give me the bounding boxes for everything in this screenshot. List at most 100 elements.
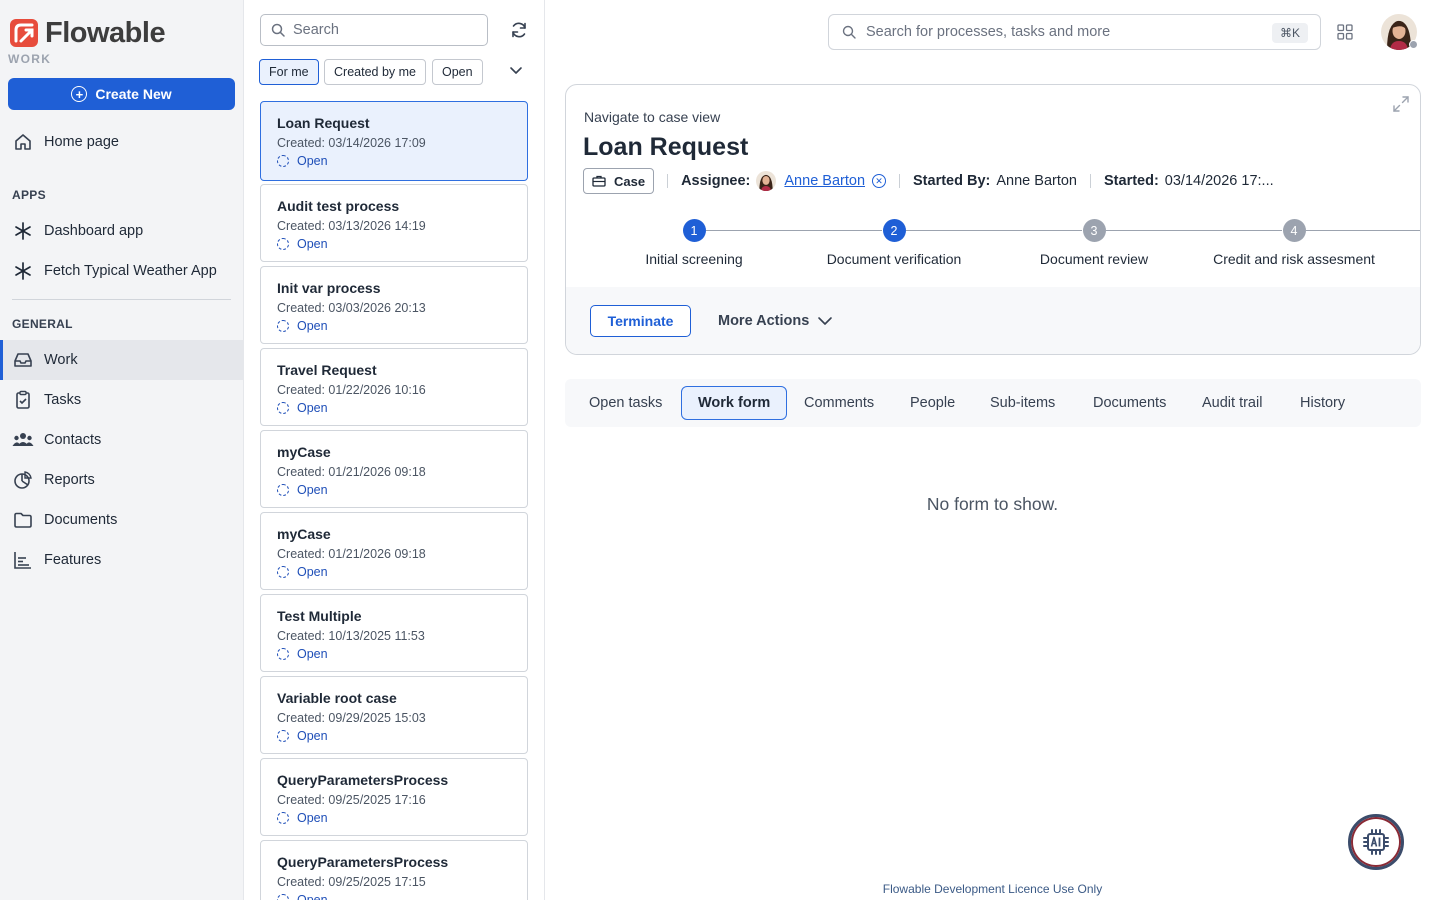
status-text: Open bbox=[297, 893, 328, 900]
list-search-input[interactable] bbox=[293, 22, 473, 38]
sidebar-item-dashboard-app[interactable]: Dashboard app bbox=[0, 211, 243, 251]
status-open-icon bbox=[277, 238, 289, 250]
tab-open-tasks[interactable]: Open tasks bbox=[573, 386, 678, 420]
stage-label: Document review bbox=[1039, 251, 1149, 267]
navigate-to-case-link[interactable]: Navigate to case view bbox=[584, 109, 720, 125]
list-search-box[interactable] bbox=[260, 14, 488, 46]
flowable-logo[interactable]: Flowable bbox=[9, 17, 166, 49]
sidebar-item-label: Documents bbox=[44, 512, 118, 528]
asterisk-icon bbox=[12, 220, 34, 242]
refresh-icon[interactable] bbox=[509, 20, 529, 40]
status-badge: Open bbox=[277, 892, 527, 900]
sidebar-item-documents[interactable]: Documents bbox=[0, 500, 243, 540]
people-icon bbox=[12, 429, 34, 451]
chevron-down-icon[interactable] bbox=[508, 62, 524, 78]
list-item-created: Created: 09/29/2025 15:03 bbox=[277, 711, 426, 725]
sidebar-item-label: Fetch Typical Weather App bbox=[44, 263, 217, 279]
main-content: ⌘K Navigate to case view Loan Request Ca… bbox=[545, 0, 1440, 900]
tab-history[interactable]: History bbox=[1284, 386, 1361, 420]
list-item[interactable]: Init var process Created: 03/03/2026 20:… bbox=[260, 266, 528, 344]
status-text: Open bbox=[297, 647, 328, 661]
assignee-name-link[interactable]: Anne Barton bbox=[784, 173, 865, 189]
filter-chip-open[interactable]: Open bbox=[432, 59, 483, 85]
ai-chip-icon bbox=[1363, 829, 1389, 855]
list-item-created: Created: 10/13/2025 11:53 bbox=[277, 629, 425, 643]
list-item-title: Variable root case bbox=[277, 690, 397, 706]
assignee-label: Assignee: bbox=[681, 173, 751, 189]
status-badge: Open bbox=[277, 153, 527, 169]
sidebar-item-contacts[interactable]: Contacts bbox=[0, 420, 243, 460]
sidebar-item-label: Tasks bbox=[44, 392, 82, 408]
list-item-title: myCase bbox=[277, 526, 331, 542]
tab-audit-trail[interactable]: Audit trail bbox=[1186, 386, 1278, 420]
status-badge: Open bbox=[277, 564, 527, 580]
assignee-avatar-image bbox=[756, 171, 777, 191]
list-item[interactable]: Variable root case Created: 09/29/2025 1… bbox=[260, 676, 528, 754]
list-item[interactable]: QueryParametersProcess Created: 09/25/20… bbox=[260, 758, 528, 836]
stage-label: Credit and risk assesment bbox=[1213, 251, 1375, 267]
list-item-title: QueryParametersProcess bbox=[277, 772, 449, 788]
filter-chip-for-me[interactable]: For me bbox=[259, 59, 319, 85]
pie-chart-icon bbox=[12, 469, 34, 491]
list-item-created: Created: 01/22/2026 10:16 bbox=[277, 383, 426, 397]
started-by-label: Started By: bbox=[913, 173, 991, 189]
status-badge: Open bbox=[277, 236, 527, 252]
status-badge: Open bbox=[277, 646, 527, 662]
expand-icon[interactable] bbox=[1392, 95, 1410, 113]
status-text: Open bbox=[297, 811, 328, 825]
sidebar-item-home[interactable]: Home page bbox=[0, 122, 243, 162]
list-item-created: Created: 03/03/2026 20:13 bbox=[277, 301, 426, 315]
status-open-icon bbox=[277, 730, 289, 742]
tab-sub-items[interactable]: Sub-items bbox=[974, 386, 1071, 420]
list-item-created: Created: 01/21/2026 09:18 bbox=[277, 547, 426, 561]
meta-separator bbox=[1090, 174, 1091, 188]
more-actions-label: More Actions bbox=[718, 313, 810, 329]
list-item-title: QueryParametersProcess bbox=[277, 854, 449, 870]
sidebar-item-reports[interactable]: Reports bbox=[0, 460, 243, 500]
list-item[interactable]: myCase Created: 01/21/2026 09:18 Open bbox=[260, 512, 528, 590]
global-search-box[interactable]: ⌘K bbox=[828, 14, 1321, 50]
remove-assignee-icon[interactable]: ✕ bbox=[872, 174, 887, 188]
list-item[interactable]: Test Multiple Created: 10/13/2025 11:53 … bbox=[260, 594, 528, 672]
status-text: Open bbox=[297, 401, 328, 415]
list-item[interactable]: QueryParametersProcess Created: 09/25/20… bbox=[260, 840, 528, 900]
sidebar-item-weather-app[interactable]: Fetch Typical Weather App bbox=[0, 251, 243, 291]
list-item[interactable]: Audit test process Created: 03/13/2026 1… bbox=[260, 184, 528, 262]
list-item[interactable]: Travel Request Created: 01/22/2026 10:16… bbox=[260, 348, 528, 426]
meta-separator bbox=[899, 174, 901, 188]
status-open-icon bbox=[277, 484, 289, 496]
status-badge: Open bbox=[277, 810, 527, 826]
app-grid-icon[interactable] bbox=[1337, 24, 1353, 40]
sidebar-item-label: Features bbox=[44, 552, 102, 568]
more-actions-button[interactable]: More Actions bbox=[718, 313, 833, 329]
global-search-input[interactable] bbox=[866, 24, 1256, 40]
case-header-card: Navigate to case view Loan Request Case … bbox=[565, 84, 1421, 355]
sidebar-item-tasks[interactable]: Tasks bbox=[0, 380, 243, 420]
status-badge: Open bbox=[277, 318, 527, 334]
sidebar-item-work[interactable]: Work bbox=[0, 340, 243, 380]
tab-people[interactable]: People bbox=[894, 386, 971, 420]
terminate-button[interactable]: Terminate bbox=[590, 305, 691, 337]
ai-assistant-button[interactable] bbox=[1348, 814, 1404, 870]
license-footer: Flowable Development Licence Use Only bbox=[882, 882, 1103, 896]
list-item[interactable]: myCase Created: 01/21/2026 09:18 Open bbox=[260, 430, 528, 508]
tab-documents[interactable]: Documents bbox=[1077, 386, 1182, 420]
status-text: Open bbox=[297, 319, 328, 333]
filter-chip-created-by-me[interactable]: Created by me bbox=[324, 59, 426, 85]
status-text: Open bbox=[297, 565, 328, 579]
stage-step: 4 Credit and risk assesment bbox=[1194, 219, 1394, 267]
flowable-logo-icon bbox=[10, 19, 38, 47]
briefcase-icon bbox=[592, 175, 606, 187]
create-new-button[interactable]: + Create New bbox=[8, 78, 235, 110]
logo-text: Flowable bbox=[45, 17, 166, 49]
status-open-icon bbox=[277, 155, 289, 167]
plus-circle-icon: + bbox=[71, 86, 88, 102]
list-item[interactable]: Loan Request Created: 03/14/2026 17:09 O… bbox=[260, 101, 528, 181]
sidebar-item-label: Dashboard app bbox=[44, 223, 144, 239]
tab-comments[interactable]: Comments bbox=[788, 386, 890, 420]
sidebar-item-features[interactable]: Features bbox=[0, 540, 243, 580]
tab-work-form[interactable]: Work form bbox=[681, 386, 788, 420]
status-text: Open bbox=[297, 729, 328, 743]
status-text: Open bbox=[297, 237, 328, 251]
list-item-title: Init var process bbox=[277, 280, 381, 296]
